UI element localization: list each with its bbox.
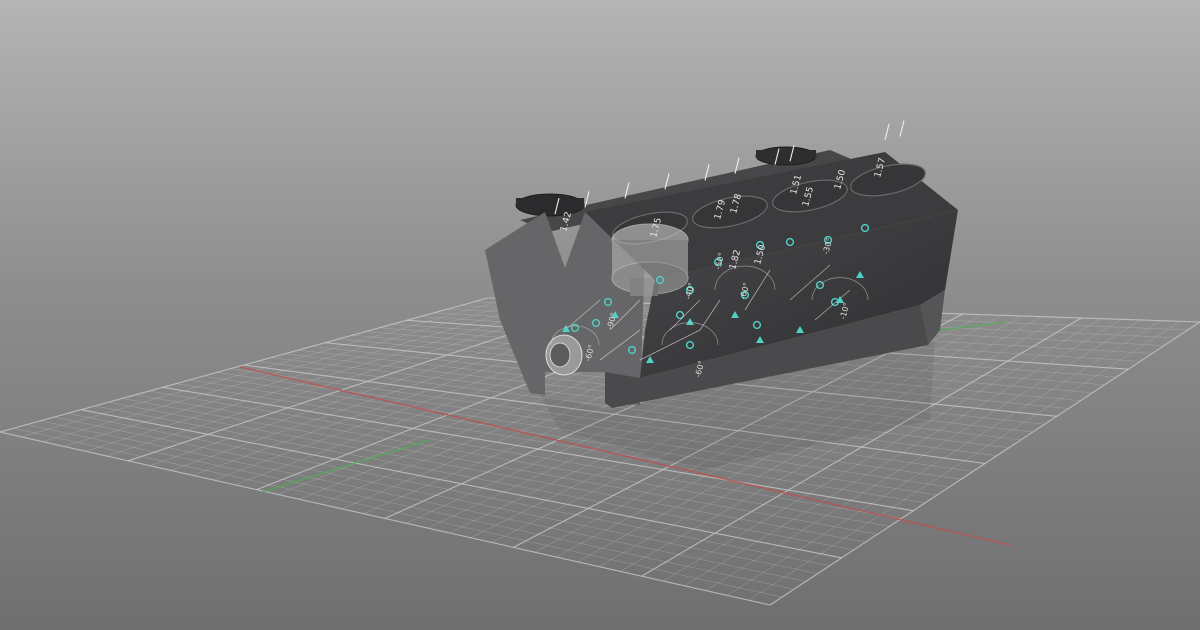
cylinder-cap-back-left-side: [516, 198, 584, 208]
3d-scene[interactable]: 1.42 1.751.79 1.781.511.551.571.501.501.82…: [0, 0, 1200, 630]
cad-viewport[interactable]: 1.42 1.75 1.79 1.78 1.51 1.55 1.57 1.50 1.50 1.82…: [0, 0, 1200, 630]
cylinder-cap-back-right-side: [756, 150, 816, 158]
